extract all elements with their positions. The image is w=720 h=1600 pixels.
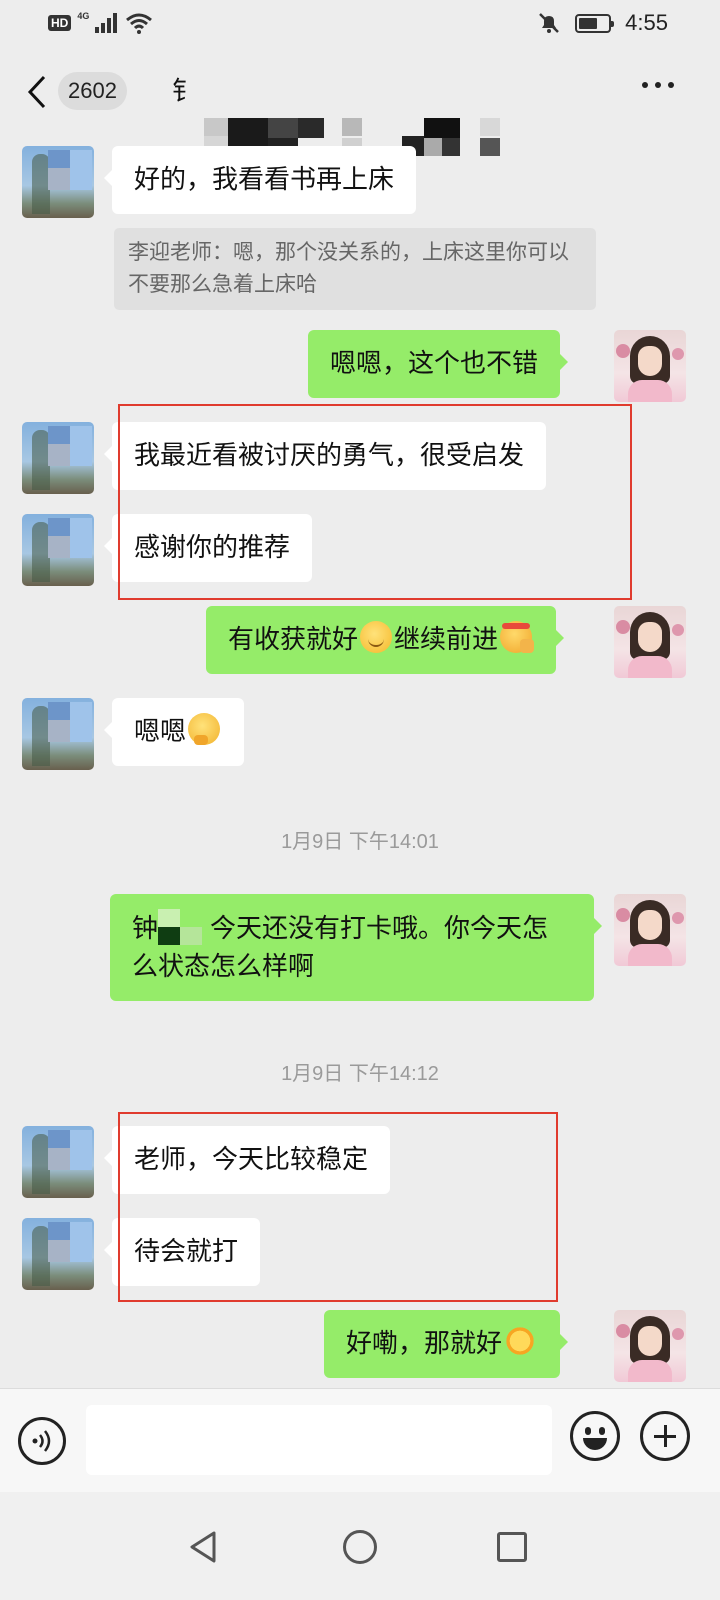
incoming-message-bubble[interactable]: 嗯嗯 (103, 698, 245, 766)
outgoing-message-bubble[interactable]: 嗯嗯，这个也不错 (308, 330, 569, 398)
message-text: 继续前进 (394, 625, 499, 655)
chat-header: 2602 钅 (0, 48, 720, 156)
chat-title: 钅 (172, 77, 196, 107)
nav-back-icon[interactable] (188, 1530, 218, 1564)
smile-emoji-icon (360, 621, 393, 653)
system-nav-bar (0, 1492, 720, 1600)
more-options-button[interactable] (642, 82, 674, 88)
contact-avatar[interactable] (22, 514, 94, 586)
thinking-emoji-icon (188, 713, 221, 745)
message-text: 钟 (132, 914, 159, 944)
hd-badge: HD (48, 15, 72, 31)
contact-avatar[interactable] (22, 1218, 94, 1290)
nav-recent-apps-icon[interactable] (497, 1532, 527, 1562)
more-dots-icon (642, 82, 648, 88)
status-right: 4:55 (537, 10, 668, 36)
contact-avatar[interactable] (22, 422, 94, 494)
highlight-box (118, 404, 632, 600)
wifi-icon (126, 13, 153, 34)
status-bar: HD 4G 4:55 (0, 0, 720, 48)
message-text: 有收获就好 (228, 625, 359, 655)
my-avatar[interactable] (614, 894, 686, 966)
chevron-left-icon (27, 75, 46, 109)
network-type: 4G (77, 11, 90, 21)
contact-avatar[interactable] (22, 698, 94, 770)
signal-icon (95, 13, 118, 33)
more-functions-button[interactable] (640, 1411, 690, 1461)
input-bar (0, 1388, 720, 1492)
message-text: 嗯嗯，这个也不错 (330, 349, 539, 379)
outgoing-message-bubble[interactable]: 钟今天还没有打卡哦。你今天怎么状态怎么样啊 (110, 894, 602, 1001)
emoji-button[interactable] (570, 1411, 620, 1461)
outgoing-message-bubble[interactable]: 好嘞，那就好 (324, 1310, 569, 1378)
emoji-icon (585, 1427, 591, 1435)
message-text: 好的，我看看书再上床 (134, 165, 395, 195)
contact-avatar[interactable] (22, 146, 94, 218)
my-avatar[interactable] (614, 606, 686, 678)
battery-icon (575, 13, 615, 33)
sun-emoji-icon (504, 1325, 537, 1357)
quoted-text: 李迎老师：嗯，那个没关系的，上床这里你可以不要那么急着上床哈 (128, 240, 569, 296)
message-input[interactable] (86, 1405, 552, 1475)
nav-home-icon[interactable] (343, 1530, 377, 1564)
status-left: HD 4G (48, 11, 153, 34)
message-timestamp: 1月9日 下午14:01 (281, 831, 439, 853)
contact-avatar[interactable] (22, 1126, 94, 1198)
voice-button[interactable] (18, 1417, 66, 1465)
determined-emoji-icon (500, 621, 535, 653)
message-text: 嗯嗯 (134, 717, 187, 747)
message-timestamp: 1月9日 下午14:12 (281, 1063, 439, 1085)
back-button[interactable] (26, 72, 58, 112)
message-text: 好嘞，那就好 (346, 1329, 503, 1359)
quoted-reply[interactable]: 李迎老师：嗯，那个没关系的，上床这里你可以不要那么急着上床哈 (114, 228, 596, 310)
my-avatar[interactable] (614, 330, 686, 402)
incoming-message-bubble[interactable]: 好的，我看看书再上床 (103, 146, 417, 214)
my-avatar[interactable] (614, 1310, 686, 1382)
voice-icon (32, 1430, 51, 1452)
name-redaction (158, 909, 203, 945)
highlight-box (118, 1112, 558, 1302)
bell-off-icon (539, 13, 560, 33)
unread-count-badge[interactable]: 2602 (58, 72, 127, 110)
outgoing-message-bubble[interactable]: 有收获就好 继续前进 (206, 606, 565, 674)
status-time: 4:55 (625, 10, 668, 35)
